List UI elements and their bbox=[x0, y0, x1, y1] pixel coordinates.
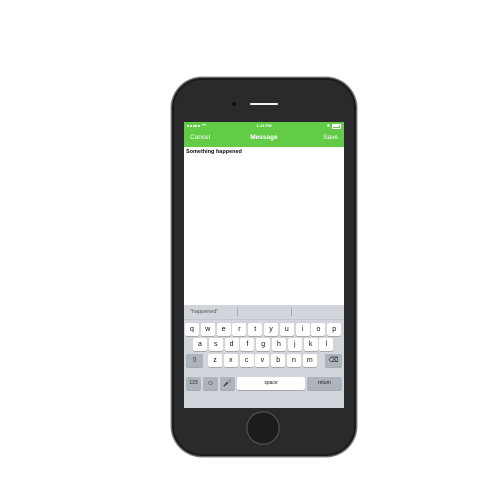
key-m[interactable]: m bbox=[302, 354, 317, 367]
key-t[interactable]: t bbox=[248, 323, 263, 336]
microphone-icon: 🎤 bbox=[223, 380, 232, 387]
key-n[interactable]: n bbox=[287, 354, 301, 367]
message-text-area[interactable]: Something happened bbox=[186, 149, 242, 155]
key-p[interactable]: p bbox=[327, 323, 342, 336]
home-button[interactable] bbox=[246, 411, 280, 445]
key-x[interactable]: x bbox=[223, 354, 238, 367]
key-c[interactable]: c bbox=[239, 354, 254, 367]
delete-key[interactable]: ⌫ bbox=[325, 354, 342, 367]
suggestion-1[interactable]: "happened" bbox=[190, 305, 218, 319]
delete-icon: ⌫ bbox=[328, 357, 339, 364]
key-u[interactable]: u bbox=[279, 323, 294, 336]
battery-icon bbox=[332, 123, 341, 129]
save-button[interactable]: Save bbox=[323, 134, 338, 141]
status-time: 1:13 PM bbox=[256, 123, 272, 128]
navigation-bar: Cancel Message Save bbox=[184, 130, 344, 147]
keyboard: "happened" qwertyuiop asdfghjkl zxcvbnm … bbox=[184, 305, 344, 408]
shift-icon: ⇧ bbox=[191, 357, 198, 364]
page-title: Message bbox=[250, 134, 278, 141]
key-z[interactable]: z bbox=[208, 354, 222, 367]
phone-screen: 1:13 PM ✱ Cancel Message Save Something … bbox=[184, 122, 344, 408]
suggestion-divider bbox=[237, 308, 238, 316]
key-a[interactable]: a bbox=[193, 338, 207, 351]
front-camera bbox=[232, 102, 236, 106]
key-k[interactable]: k bbox=[303, 338, 318, 351]
earpiece-speaker bbox=[250, 103, 278, 105]
dictation-key[interactable]: 🎤 bbox=[220, 377, 235, 390]
key-q[interactable]: q bbox=[185, 323, 199, 336]
numbers-key[interactable]: 123 bbox=[186, 377, 201, 390]
space-key[interactable]: space bbox=[237, 377, 305, 390]
key-h[interactable]: h bbox=[272, 338, 286, 351]
key-j[interactable]: j bbox=[287, 338, 302, 351]
suggestion-divider bbox=[291, 308, 292, 316]
key-y[interactable]: y bbox=[264, 323, 278, 336]
key-b[interactable]: b bbox=[271, 354, 286, 367]
emoji-icon: ☺ bbox=[206, 380, 215, 387]
key-s[interactable]: s bbox=[208, 338, 223, 351]
key-g[interactable]: g bbox=[256, 338, 271, 351]
key-i[interactable]: i bbox=[295, 323, 310, 336]
status-right: ✱ bbox=[327, 122, 341, 130]
bluetooth-icon: ✱ bbox=[326, 123, 330, 128]
return-key[interactable]: return bbox=[307, 377, 342, 390]
key-f[interactable]: f bbox=[240, 338, 255, 351]
key-l[interactable]: l bbox=[319, 338, 334, 351]
phone-device: 1:13 PM ✱ Cancel Message Save Something … bbox=[171, 77, 357, 457]
shift-key[interactable]: ⇧ bbox=[186, 354, 203, 367]
status-bar: 1:13 PM ✱ bbox=[184, 122, 344, 130]
key-o[interactable]: o bbox=[311, 323, 326, 336]
emoji-key[interactable]: ☺ bbox=[203, 377, 218, 390]
key-d[interactable]: d bbox=[224, 338, 239, 351]
key-r[interactable]: r bbox=[232, 323, 247, 336]
key-w[interactable]: w bbox=[200, 323, 215, 336]
key-v[interactable]: v bbox=[255, 354, 270, 367]
suggestion-bar: "happened" bbox=[184, 305, 344, 320]
key-e[interactable]: e bbox=[216, 323, 231, 336]
